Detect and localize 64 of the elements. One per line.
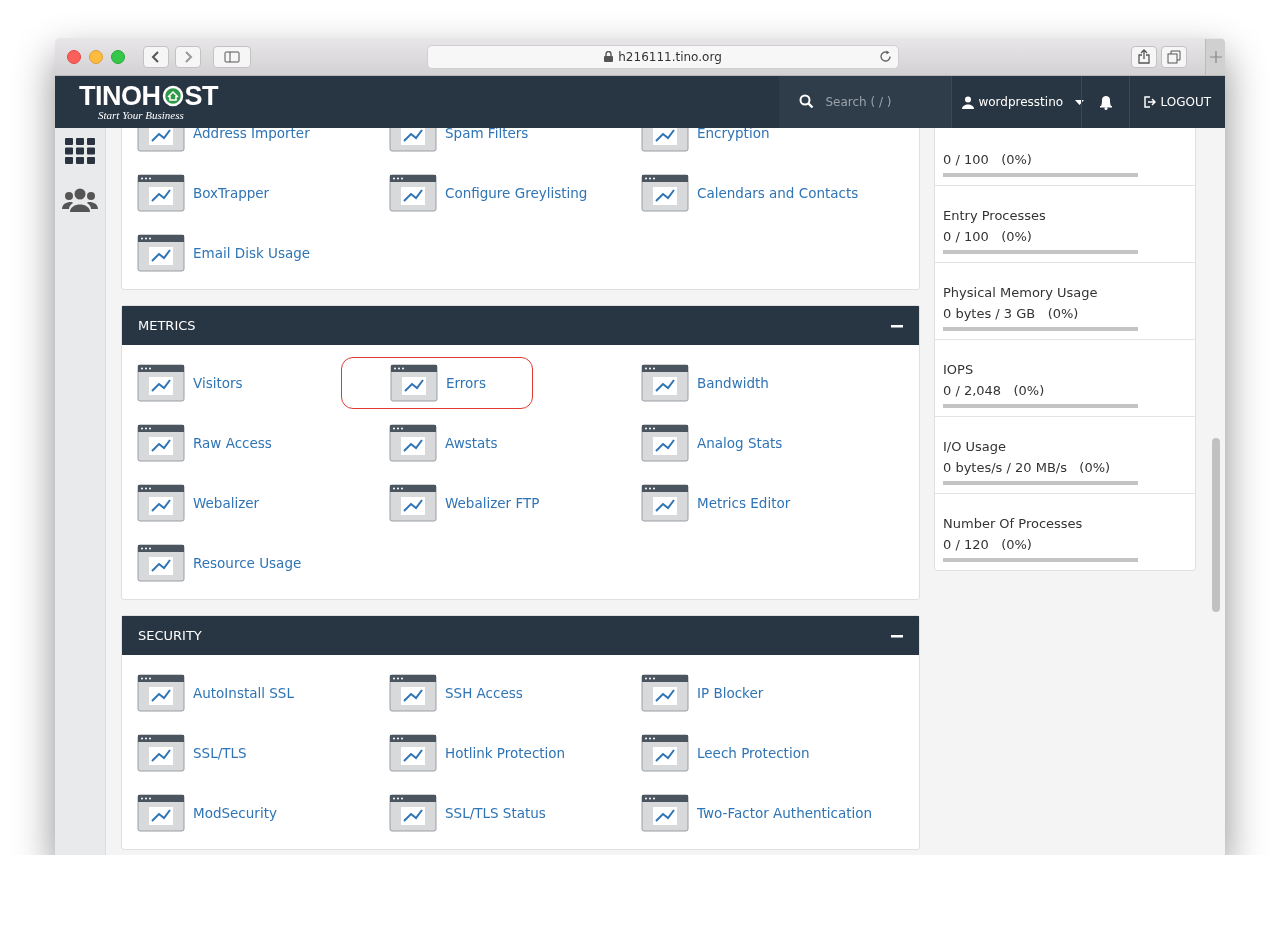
app-link[interactable]: AutoInstall SSL (193, 685, 294, 701)
share-icon (1138, 49, 1150, 64)
address-bar[interactable]: h216111.tino.org (427, 44, 899, 69)
house-icon (161, 84, 184, 107)
search-field[interactable]: Search ( / ) (779, 76, 952, 128)
close-button[interactable] (67, 49, 81, 64)
app-link[interactable]: Configure Greylisting (445, 185, 588, 201)
app-link[interactable]: Two-Factor Authentication (697, 805, 873, 821)
app-link[interactable]: Leech Protection (697, 745, 810, 761)
stat-label: Entry Processes (943, 208, 1047, 223)
app-link[interactable]: Analog Stats (697, 435, 783, 451)
tabs-icon (1167, 49, 1181, 64)
app-link[interactable]: Errors (446, 375, 486, 391)
stat-label: Number Of Processes (943, 516, 1084, 531)
grid-icon[interactable] (65, 138, 95, 164)
search-icon (799, 94, 815, 109)
app-link[interactable]: Visitors (193, 375, 243, 391)
logout-icon (1144, 96, 1157, 108)
app-link[interactable]: Hotlink Protection (445, 745, 566, 761)
app-link[interactable]: Spam Filters (445, 128, 529, 141)
app-link[interactable]: Calendars and Contacts (697, 185, 859, 201)
back-button[interactable] (143, 45, 169, 68)
app-link[interactable]: ModSecurity (193, 805, 277, 821)
users-icon[interactable] (62, 188, 98, 212)
section-title: METRICS (138, 318, 196, 333)
stat-value: 0 / 100 (0%) (943, 152, 1033, 167)
app-link[interactable]: IP Blocker (697, 685, 764, 701)
logo[interactable]: TINOH ST Start Your Business (79, 76, 218, 128)
app-link[interactable]: Address Importer (193, 128, 310, 141)
stat-value: 0 / 120 (0%) (943, 537, 1033, 552)
app-link[interactable]: SSL/TLS Status (445, 805, 546, 821)
app-link[interactable]: Resource Usage (193, 555, 302, 571)
lock-icon (604, 51, 614, 62)
sidebar-icon (224, 50, 240, 63)
app-link[interactable]: Metrics Editor (697, 495, 791, 511)
section-header[interactable]: METRICS (122, 306, 919, 345)
stat-label: Physical Memory Usage (943, 285, 1099, 300)
app-link[interactable]: BoxTrapper (193, 185, 270, 201)
app-link[interactable]: Awstats (445, 435, 498, 451)
stat-label: I/O Usage (943, 439, 1008, 454)
app-link[interactable]: SSL/TLS (193, 745, 247, 761)
chevron-right-icon (183, 49, 193, 64)
app-link[interactable]: Email Disk Usage (193, 245, 311, 261)
share-button[interactable] (1131, 45, 1157, 68)
plus-icon (1209, 50, 1222, 63)
app-link[interactable]: Bandwidth (697, 375, 769, 391)
app-link[interactable]: Raw Access (193, 435, 272, 451)
bell-icon (1098, 94, 1113, 110)
app-link[interactable]: SSH Access (445, 685, 523, 701)
section-header[interactable]: SECURITY (122, 616, 919, 655)
stat-value: 0 bytes/s / 20 MB/s (0%) (943, 460, 1112, 475)
stat-label: IOPS (943, 362, 975, 377)
reload-icon[interactable] (879, 49, 892, 63)
caret-icon (1075, 99, 1085, 105)
app-link[interactable]: Encryption (697, 128, 770, 141)
app-link[interactable]: Webalizer FTP (445, 495, 540, 511)
stat-value: 0 bytes / 3 GB (0%) (943, 306, 1080, 321)
chevron-left-icon (151, 49, 161, 64)
stat-value: 0 / 100 (0%) (943, 229, 1033, 244)
app-link[interactable]: Webalizer (193, 495, 260, 511)
scrollbar-thumb[interactable] (1212, 438, 1220, 612)
user-icon (962, 95, 975, 109)
section-title: SECURITY (138, 628, 202, 643)
stat-value: 0 / 2,048 (0%) (943, 383, 1046, 398)
